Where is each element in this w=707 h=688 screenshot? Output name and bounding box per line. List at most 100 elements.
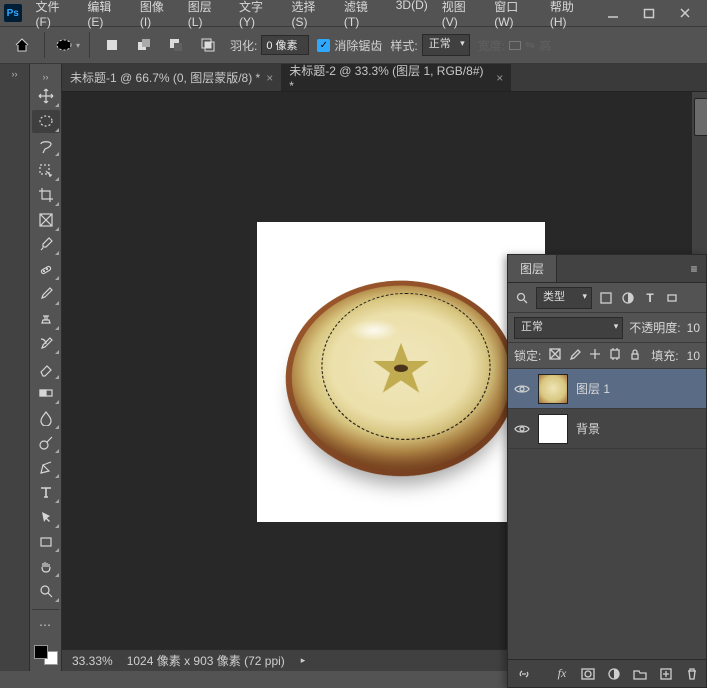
foreground-background-colors[interactable] [32, 643, 60, 668]
style-select[interactable]: 正常 [422, 34, 470, 56]
crop-tool[interactable] [32, 184, 60, 207]
menu-3d[interactable]: 3D(D) [390, 0, 434, 33]
layer-style-icon[interactable]: fx [554, 666, 570, 682]
quick-select-tool[interactable] [32, 159, 60, 182]
eyedropper-tool[interactable] [32, 234, 60, 257]
close-icon[interactable]: × [266, 71, 273, 85]
menu-image[interactable]: 图像(I) [134, 0, 180, 33]
main-menu: 文件(F) 编辑(E) 图像(I) 图层(L) 文字(Y) 选择(S) 滤镜(T… [30, 0, 595, 33]
menu-layer[interactable]: 图层(L) [182, 0, 231, 33]
filter-adjust-icon[interactable] [620, 290, 636, 306]
layer-item-bg[interactable]: 背景 [508, 409, 706, 449]
hand-tool[interactable] [32, 555, 60, 578]
layer-mask-icon[interactable] [580, 666, 596, 682]
heal-tool[interactable] [32, 258, 60, 281]
selection-add-icon[interactable] [130, 31, 158, 59]
zoom-level[interactable]: 33.33% [72, 654, 113, 668]
eraser-tool[interactable] [32, 357, 60, 380]
style-label: 样式: [390, 37, 417, 54]
layer-name[interactable]: 背景 [576, 420, 600, 437]
antialias-checkbox[interactable]: ✓ [317, 39, 330, 52]
layers-panel-tab[interactable]: 图层 [508, 255, 557, 282]
visibility-toggle-icon[interactable] [514, 421, 530, 437]
expand-strip-icon[interactable]: ›› [0, 64, 29, 84]
window-minimize-button[interactable] [595, 0, 631, 26]
height-label: 高 [539, 37, 551, 54]
scrollbar-thumb[interactable] [694, 98, 707, 136]
menu-view[interactable]: 视图(V) [436, 0, 486, 33]
collapsed-panel-strip[interactable]: ›› [0, 64, 30, 671]
new-layer-icon[interactable] [658, 666, 674, 682]
document-info[interactable]: 1024 像素 x 903 像素 (72 ppi) [127, 652, 285, 669]
document-canvas[interactable] [257, 222, 545, 522]
workspace: ›› ›› ⋯ 未标题-1 @ 66 [0, 64, 707, 671]
brush-tool[interactable] [32, 283, 60, 306]
move-tool[interactable] [32, 85, 60, 108]
lock-position-icon[interactable] [589, 348, 601, 363]
home-button[interactable] [8, 31, 36, 59]
panel-menu-icon[interactable]: ≡ [682, 262, 706, 276]
layers-panel-footer: fx [508, 659, 706, 687]
menu-edit[interactable]: 编辑(E) [81, 0, 131, 33]
history-brush-tool[interactable] [32, 333, 60, 356]
search-icon[interactable] [514, 290, 530, 306]
selection-subtract-icon[interactable] [162, 31, 190, 59]
feather-label: 羽化: [230, 37, 257, 54]
lasso-tool[interactable] [32, 135, 60, 158]
filter-shape-icon[interactable] [664, 290, 680, 306]
link-layers-icon[interactable] [516, 666, 532, 682]
document-tab-title: 未标题-2 @ 33.3% (图层 1, RGB/8#) * [289, 62, 490, 93]
path-select-tool[interactable] [32, 506, 60, 529]
frame-tool[interactable] [32, 209, 60, 232]
selection-new-icon[interactable] [98, 31, 126, 59]
pen-tool[interactable] [32, 456, 60, 479]
menu-type[interactable]: 文字(Y) [233, 0, 283, 33]
opacity-value[interactable]: 10 [687, 321, 700, 335]
menu-file[interactable]: 文件(F) [30, 0, 80, 33]
layer-name[interactable]: 图层 1 [576, 380, 610, 397]
document-tab-2[interactable]: 未标题-2 @ 33.3% (图层 1, RGB/8#) * × [281, 64, 511, 91]
tool-preset-ellipse[interactable]: ▾ [53, 31, 81, 59]
apple-core-star [360, 332, 442, 406]
layer-thumbnail[interactable] [538, 414, 568, 444]
blend-mode-select[interactable]: 正常 [514, 317, 623, 339]
adjustment-layer-icon[interactable] [606, 666, 622, 682]
filter-type-icon[interactable]: T [642, 290, 658, 306]
tools-panel: ›› ⋯ [30, 64, 62, 671]
close-icon[interactable]: × [496, 71, 503, 85]
clone-stamp-tool[interactable] [32, 308, 60, 331]
zoom-tool[interactable] [32, 580, 60, 603]
menu-window[interactable]: 窗口(W) [488, 0, 542, 33]
layer-item-1[interactable]: 图层 1 [508, 369, 706, 409]
lock-brush-icon[interactable] [569, 348, 581, 363]
type-tool[interactable] [32, 481, 60, 504]
toolbar-collapse-icon[interactable]: ›› [30, 68, 61, 85]
foreground-color-swatch[interactable] [34, 645, 48, 659]
delete-layer-icon[interactable] [684, 666, 700, 682]
feather-input[interactable] [261, 35, 309, 55]
filter-pixel-icon[interactable] [598, 290, 614, 306]
layer-filter-row: 类型 T [508, 283, 706, 313]
layer-thumbnail[interactable] [538, 374, 568, 404]
lock-all-icon[interactable] [629, 348, 641, 363]
blur-tool[interactable] [32, 407, 60, 430]
status-info-menu-icon[interactable]: ▸ [301, 655, 306, 666]
shape-tool[interactable] [32, 531, 60, 554]
lock-pixels-icon[interactable] [549, 348, 561, 363]
lock-artboard-icon[interactable] [609, 348, 621, 363]
fill-value[interactable]: 10 [687, 349, 700, 363]
selection-intersect-icon[interactable] [194, 31, 222, 59]
document-tab-1[interactable]: 未标题-1 @ 66.7% (0, 图层蒙版/8) * × [62, 64, 281, 91]
menu-help[interactable]: 帮助(H) [544, 0, 595, 33]
filter-kind-select[interactable]: 类型 [536, 287, 592, 309]
ellipse-marquee-tool[interactable] [32, 110, 60, 133]
group-icon[interactable] [632, 666, 648, 682]
menu-select[interactable]: 选择(S) [285, 0, 335, 33]
menu-filter[interactable]: 滤镜(T) [338, 0, 388, 33]
gradient-tool[interactable] [32, 382, 60, 405]
window-close-button[interactable] [667, 0, 703, 26]
visibility-toggle-icon[interactable] [514, 381, 530, 397]
edit-toolbar-icon[interactable]: ⋯ [32, 614, 60, 637]
dodge-tool[interactable] [32, 432, 60, 455]
window-maximize-button[interactable] [631, 0, 667, 26]
